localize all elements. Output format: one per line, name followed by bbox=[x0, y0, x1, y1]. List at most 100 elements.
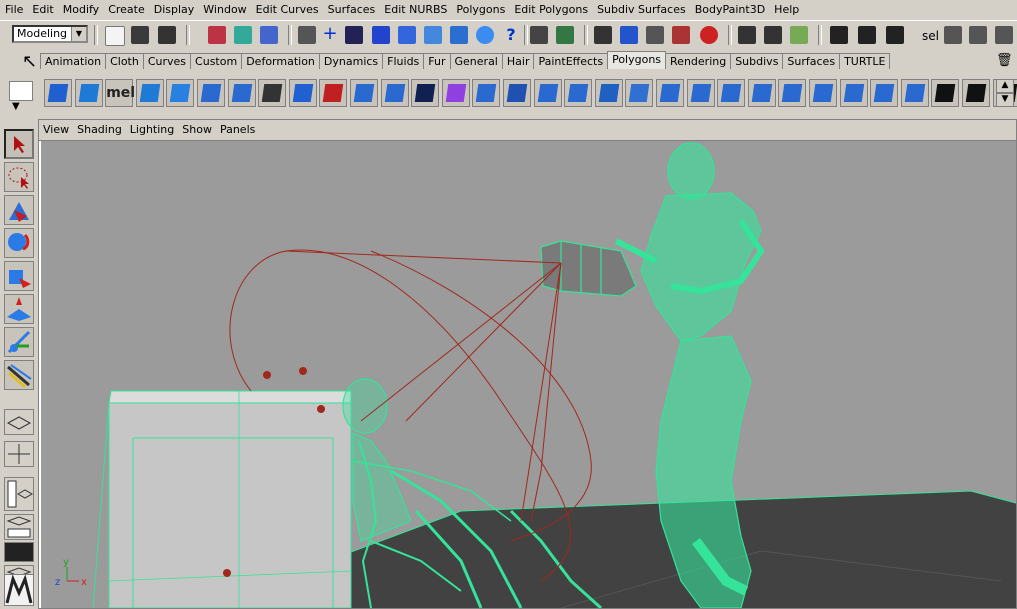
separate-icon[interactable] bbox=[319, 79, 348, 107]
render-globals-icon[interactable] bbox=[886, 26, 904, 44]
mel-script-icon[interactable]: mel bbox=[105, 79, 135, 107]
panel-menu-lighting[interactable]: Lighting bbox=[126, 120, 178, 136]
open-scene-icon[interactable] bbox=[131, 26, 149, 44]
menu-polygons[interactable]: Polygons bbox=[451, 0, 509, 19]
tab-animation[interactable]: Animation bbox=[40, 53, 107, 69]
tab-turtle[interactable]: TURTLE bbox=[839, 53, 891, 69]
mirror-icon[interactable] bbox=[441, 79, 470, 107]
new-scene-icon[interactable] bbox=[105, 26, 125, 46]
tab-fluids[interactable]: Fluids bbox=[382, 53, 425, 69]
poly-pipe-icon[interactable] bbox=[258, 79, 287, 107]
snap-point-icon[interactable] bbox=[372, 26, 390, 44]
manipulator-tool-icon[interactable] bbox=[4, 327, 34, 357]
trash-icon[interactable]: 🗑 bbox=[996, 53, 1013, 69]
menu-window[interactable]: Window bbox=[198, 0, 250, 19]
collapse-icon[interactable] bbox=[625, 79, 654, 107]
fill-hole-icon[interactable] bbox=[839, 79, 868, 107]
channel-box-icon[interactable] bbox=[995, 26, 1013, 44]
soft-mod-tool-icon[interactable] bbox=[4, 360, 34, 390]
magnet-icon[interactable] bbox=[700, 26, 718, 44]
attribute-editor-icon[interactable] bbox=[944, 26, 962, 44]
combine-icon[interactable] bbox=[288, 79, 317, 107]
extrude-face-icon[interactable] bbox=[503, 79, 531, 107]
ipr-icon[interactable] bbox=[620, 26, 638, 44]
hypershade-icon[interactable] bbox=[672, 26, 690, 44]
menu-subdiv-surfaces[interactable]: Subdiv Surfaces bbox=[592, 0, 690, 19]
tab-custom[interactable]: Custom bbox=[190, 53, 243, 69]
output-line-icon[interactable] bbox=[764, 26, 782, 44]
single-pane-layout-icon[interactable] bbox=[4, 409, 34, 435]
reduce-icon[interactable] bbox=[870, 79, 899, 107]
panel-menu-view[interactable]: View bbox=[39, 120, 73, 136]
scale-tool-icon[interactable] bbox=[4, 294, 34, 324]
lasso-tool-icon[interactable] bbox=[4, 162, 34, 192]
selection-mask-icon[interactable] bbox=[298, 26, 316, 44]
menu-create[interactable]: Create bbox=[103, 0, 149, 19]
lock-icon[interactable] bbox=[530, 26, 548, 44]
history-icon[interactable] bbox=[450, 26, 468, 44]
shelf-scroll-up-icon[interactable]: ▲ bbox=[996, 79, 1014, 93]
persp-graph-layout-icon[interactable] bbox=[4, 514, 34, 540]
menu-edit-nurbs[interactable]: Edit NURBS bbox=[379, 0, 451, 19]
chevron-down-icon[interactable]: ▼ bbox=[12, 101, 20, 112]
shelf-scroll-down-icon[interactable]: ▼ bbox=[996, 93, 1014, 107]
menu-bodypaint3d[interactable]: BodyPaint3D bbox=[690, 0, 769, 19]
split-polygon-icon[interactable] bbox=[472, 79, 501, 107]
tab-rendering[interactable]: Rendering bbox=[665, 53, 732, 69]
menu-surfaces[interactable]: Surfaces bbox=[323, 0, 380, 19]
tab-curves[interactable]: Curves bbox=[142, 53, 192, 69]
snap-grid-icon[interactable]: + bbox=[321, 25, 339, 44]
render-frame-icon[interactable] bbox=[594, 26, 612, 44]
quadrangulate-icon[interactable] bbox=[809, 79, 837, 107]
subdivide-icon[interactable] bbox=[656, 79, 684, 107]
tab-painteffects[interactable]: PaintEffects bbox=[533, 53, 609, 69]
save-scene-icon[interactable] bbox=[158, 26, 176, 44]
boolean-icon[interactable] bbox=[411, 79, 440, 107]
smooth-icon[interactable] bbox=[380, 79, 409, 107]
make-live-icon[interactable] bbox=[424, 26, 442, 44]
select-by-component-icon[interactable] bbox=[260, 26, 278, 44]
wedge-faces-icon[interactable] bbox=[717, 79, 746, 107]
extract-icon[interactable] bbox=[350, 79, 378, 107]
duplicate-face-icon[interactable] bbox=[747, 79, 776, 107]
perspective-viewport[interactable]: View Shading Lighting Show Panels y x z bbox=[38, 119, 1017, 609]
extrude-edge-icon[interactable] bbox=[533, 79, 562, 107]
merge-icon[interactable] bbox=[594, 79, 623, 107]
tab-subdivs[interactable]: Subdivs bbox=[730, 53, 784, 69]
paint-select-tool-icon[interactable] bbox=[4, 195, 34, 225]
panel-menu-panels[interactable]: Panels bbox=[216, 120, 259, 136]
render-sphere-icon[interactable] bbox=[476, 26, 494, 44]
menu-edit-curves[interactable]: Edit Curves bbox=[251, 0, 323, 19]
tool-settings-icon[interactable] bbox=[969, 26, 987, 44]
input-line-icon[interactable] bbox=[738, 26, 756, 44]
toggle-channel-box-icon[interactable] bbox=[790, 26, 808, 44]
select-tool-icon[interactable] bbox=[4, 129, 34, 159]
panel-menu-show[interactable]: Show bbox=[178, 120, 216, 136]
poly-cylinder-icon[interactable] bbox=[135, 79, 164, 107]
render-settings-icon[interactable] bbox=[646, 26, 664, 44]
select-by-hierarchy-icon[interactable] bbox=[208, 26, 226, 44]
tab-fur[interactable]: Fur bbox=[423, 53, 451, 69]
menu-edit[interactable]: Edit bbox=[27, 0, 57, 19]
shelf-menu-icon[interactable] bbox=[9, 81, 33, 101]
panel-menu-shading[interactable]: Shading bbox=[73, 120, 126, 136]
tab-polygons[interactable]: Polygons bbox=[607, 51, 667, 69]
sculpt-icon[interactable] bbox=[900, 79, 929, 107]
menu-help[interactable]: Help bbox=[769, 0, 803, 19]
ipr-render-icon[interactable] bbox=[858, 26, 876, 44]
select-by-object-icon[interactable] bbox=[234, 26, 252, 44]
tab-general[interactable]: General bbox=[449, 53, 503, 69]
poly-torus-icon[interactable] bbox=[227, 79, 256, 107]
menu-file[interactable]: File bbox=[0, 0, 27, 19]
poly-cone-icon[interactable] bbox=[166, 79, 195, 107]
help-question-icon[interactable]: ? bbox=[502, 26, 520, 44]
outliner-layout-icon[interactable] bbox=[4, 477, 34, 511]
mode-selector[interactable]: Modeling ▼ bbox=[12, 25, 88, 43]
hypershade-layout-icon[interactable] bbox=[4, 542, 34, 562]
tab-surfaces[interactable]: Surfaces bbox=[782, 53, 841, 69]
poly-plane-icon[interactable] bbox=[197, 79, 225, 107]
scene-view[interactable]: y x z bbox=[41, 141, 1016, 608]
cut-faces-icon[interactable] bbox=[686, 79, 715, 107]
snap-view-plane-icon[interactable] bbox=[398, 26, 416, 44]
snap-curve-icon[interactable] bbox=[345, 26, 363, 44]
